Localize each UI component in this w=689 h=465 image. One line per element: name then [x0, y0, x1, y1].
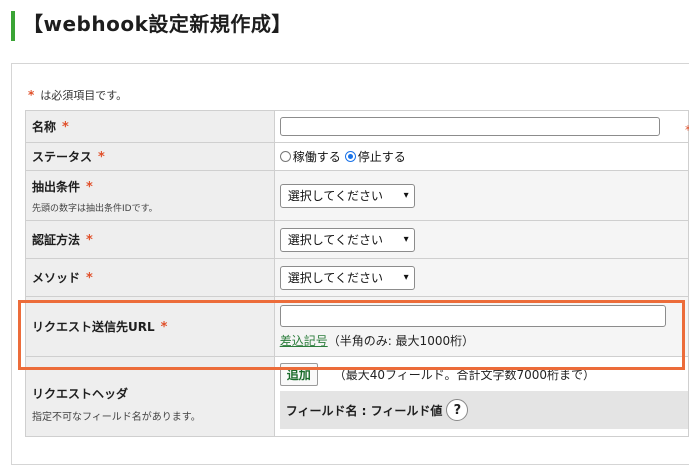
- extract-select-value: 選択してください: [287, 189, 383, 203]
- status-option-active-label: 稼働する: [292, 150, 341, 164]
- label-url-text: リクエスト送信先URL: [32, 320, 155, 334]
- status-radio-group: 稼働する 停止する: [279, 148, 688, 165]
- label-auth-text: 認証方法: [32, 233, 81, 247]
- row-status: ステータス * 稼働する 停止する: [25, 142, 689, 171]
- required-mark: *: [160, 320, 168, 335]
- row-auth: 認証方法 * 選択してください ▾: [25, 220, 689, 259]
- label-status: ステータス *: [25, 142, 275, 171]
- extract-note: 先頭の数字は抽出条件IDです。: [32, 203, 158, 214]
- radio-unchecked-icon[interactable]: [279, 151, 291, 162]
- headers-note: 指定不可なフィールド名があります。: [32, 412, 201, 423]
- extract-condition-select[interactable]: 選択してください ▾: [279, 183, 415, 208]
- url-hint: （半角のみ: 最大1000桁）: [327, 333, 475, 348]
- name-input[interactable]: [279, 117, 660, 136]
- auth-method-select[interactable]: 選択してください ▾: [279, 227, 415, 252]
- field-headers: 追加 （最大40フィールド。合計文字数7000桁まで） フィールド名 : フィー…: [273, 356, 689, 437]
- method-select-value: 選択してください: [287, 271, 383, 285]
- label-name: 名称 *: [25, 110, 275, 143]
- label-method: メソッド *: [25, 258, 275, 297]
- status-option-stopped[interactable]: 停止する: [344, 148, 406, 165]
- field-method: 選択してください ▾: [273, 258, 689, 297]
- auth-select-value: 選択してください: [287, 233, 383, 247]
- page-title: 【webhook設定新規作成】: [23, 12, 292, 36]
- radio-checked-icon[interactable]: [344, 151, 356, 162]
- status-option-active[interactable]: 稼働する: [279, 148, 341, 165]
- label-status-text: ステータス: [32, 150, 93, 164]
- insert-symbol-link[interactable]: 差込記号: [280, 334, 328, 348]
- header-field-title: フィールド名 : フィールド値 ?: [279, 391, 688, 429]
- row-url: リクエスト送信先URL * 差込記号（半角のみ: 最大1000桁）: [25, 296, 689, 357]
- header-field-title-text: フィールド名 : フィールド値: [285, 403, 443, 418]
- chevron-down-icon: ▾: [403, 234, 409, 245]
- label-headers: リクエストヘッダ 指定不可なフィールド名があります。: [25, 356, 275, 437]
- required-mark: *: [28, 88, 35, 102]
- required-mark: *: [86, 271, 93, 286]
- field-auth: 選択してください ▾: [273, 220, 689, 259]
- page-header: 【webhook設定新規作成】: [0, 0, 689, 52]
- required-note: * は必須項目です。: [28, 87, 127, 103]
- field-name: [273, 110, 689, 143]
- label-name-text: 名称: [32, 120, 57, 134]
- row-extract: 抽出条件 * 先頭の数字は抽出条件IDです。 選択してください ▾: [25, 170, 689, 221]
- row-headers: リクエストヘッダ 指定不可なフィールド名があります。 追加 （最大40フィールド…: [25, 356, 689, 437]
- row-name: 名称 *: [25, 110, 689, 143]
- status-option-stopped-label: 停止する: [357, 150, 406, 164]
- chevron-down-icon: ▾: [403, 190, 409, 201]
- label-headers-text: リクエストヘッダ: [32, 387, 129, 401]
- field-status: 稼働する 停止する: [273, 142, 689, 171]
- label-method-text: メソッド: [32, 271, 81, 285]
- required-mark: *: [62, 120, 69, 135]
- chevron-down-icon: ▾: [403, 272, 409, 283]
- header-accent-bar: [11, 11, 15, 41]
- required-mark: *: [685, 123, 689, 137]
- label-url: リクエスト送信先URL *: [25, 296, 275, 357]
- webhook-form-table: 名称 * ステータス * 稼働する 停止する 抽出条件 * 先頭の数字は抽出条件…: [25, 110, 689, 437]
- url-helper: 差込記号（半角のみ: 最大1000桁）: [280, 332, 688, 349]
- label-extract: 抽出条件 * 先頭の数字は抽出条件IDです。: [25, 170, 275, 221]
- required-mark: *: [86, 179, 93, 195]
- field-url: 差込記号（半角のみ: 最大1000桁）: [273, 296, 689, 357]
- headers-limit-note: （最大40フィールド。合計文字数7000桁まで）: [333, 367, 596, 382]
- required-mark: *: [98, 150, 105, 165]
- request-url-input[interactable]: [279, 304, 666, 327]
- http-method-select[interactable]: 選択してください ▾: [279, 265, 415, 290]
- row-method: メソッド * 選択してください ▾: [25, 258, 689, 297]
- label-extract-text: 抽出条件: [32, 179, 81, 194]
- help-icon[interactable]: ?: [446, 399, 469, 421]
- add-header-button[interactable]: 追加: [279, 362, 318, 386]
- field-extract: 選択してください ▾: [273, 170, 689, 221]
- required-mark: *: [86, 233, 93, 248]
- label-auth: 認証方法 *: [25, 220, 275, 259]
- headers-toolbar: 追加 （最大40フィールド。合計文字数7000桁まで）: [279, 362, 688, 386]
- required-note-text: は必須項目です。: [40, 89, 128, 102]
